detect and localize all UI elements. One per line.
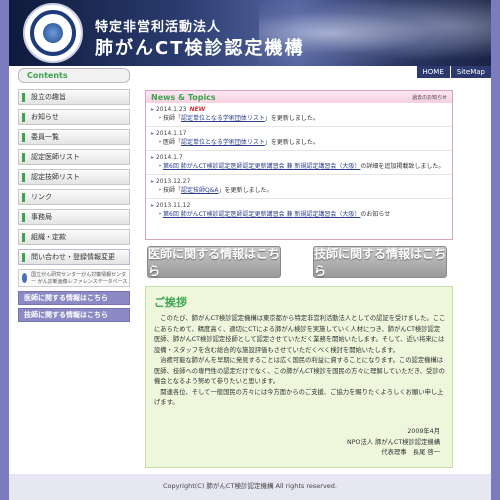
sidebar: Contents 設立の趣旨 お知らせ 委員一覧 認定医師リスト 認定技師リスト… (18, 68, 130, 325)
news-item: 2013.12.27 ・技師「認定技師Q&A」を更新しました。 (146, 175, 452, 199)
sidebar-item-news[interactable]: お知らせ (18, 109, 130, 125)
organization-logo[interactable] (23, 3, 83, 63)
greeting-paragraph: このたび、肺がんCT検診認定機構は東京都から特定非営利活動法人としての認証を受け… (154, 315, 446, 354)
news-link[interactable]: 認定単位となる学術団体リスト (181, 115, 265, 122)
bullet-icon (22, 132, 25, 142)
database-logo-icon (22, 273, 28, 283)
sidebar-heading: Contents (18, 68, 130, 83)
bullet-icon (22, 252, 25, 262)
greeting-paragraph: 関連各位、そして一般国民の方々には今方面からのご支援、ご協力を賜りたくよろしくお… (154, 388, 444, 407)
reference-database-banner[interactable]: 国立がん研究センターがん対策情報センター がん診断画像レファレンスデータベース (18, 269, 130, 287)
top-nav: HOME SiteMap (416, 66, 491, 78)
news-item: 2014.1.17 ・医師「認定単位となる学術団体リスト」を更新しました。 (146, 127, 452, 151)
sidebar-item-doctor-list[interactable]: 認定医師リスト (18, 149, 130, 165)
greeting-panel: ご挨拶 このたび、肺がんCT検診認定機構は東京都から特定非営利活動法人としての認… (145, 286, 453, 468)
org-subtitle: 特定非営利活動法人 (95, 20, 222, 35)
technician-info-button[interactable]: 技師に関する情報はこちら (313, 246, 447, 278)
news-link[interactable]: 認定技師Q&A (181, 187, 219, 194)
greeting-signer: 代表理事 長尾 啓一 (381, 449, 440, 456)
info-buttons: 医師に関する情報はこちら 技師に関する情報はこちら (147, 246, 447, 278)
site-header: 特定非営利活動法人 肺がんCT検診認定機構 (9, 0, 491, 66)
site-footer: Copyright(C) 肺がんCT検診認定機構 All rights rese… (9, 474, 491, 500)
news-date: 2014.1.23 (151, 106, 186, 113)
greeting-title: ご挨拶 (154, 296, 187, 309)
greeting-body: このたび、肺がんCT検診認定機構は東京都から特定非営利活動法人としての認証を受け… (146, 314, 452, 409)
sidebar-item-contact[interactable]: 問い合わせ・登録情報変更 (18, 249, 130, 265)
sidebar-doctor-info-button[interactable]: 医師に関する情報はこちら (18, 291, 130, 305)
greeting-org: NPO法人 肺がんCT検診認定機構 (347, 438, 440, 446)
home-link[interactable]: HOME (416, 66, 450, 78)
bullet-icon (22, 192, 25, 202)
news-link[interactable]: 第6回 肺がんCT検診認定医師認定更新講習会 兼 新規認定講習会（大阪） (163, 211, 360, 218)
news-date: 2014.1.7 (151, 154, 183, 161)
bullet-icon (22, 152, 25, 162)
news-item: 2014.1.23NEW ・技師「認定単位となる学術団体リスト」を更新しました。 (146, 103, 452, 127)
news-date: 2014.1.17 (151, 130, 186, 137)
bullet-icon (22, 92, 25, 102)
bullet-icon (22, 112, 25, 122)
news-item: 2014.1.7 ・第6回 肺がんCT検診認定医師認定更新講習会 兼 新規認定講… (146, 151, 452, 175)
page-frame: 特定非営利活動法人 肺がんCT検診認定機構 HOME SiteMap Conte… (9, 0, 491, 500)
news-date: 2013.11.12 (151, 202, 190, 209)
news-link[interactable]: 第6回 肺がんCT検診認定医師認定更新講習会 兼 新規認定講習会（大阪） (163, 163, 360, 170)
news-header: News & Topics 過去のお知らせ (146, 91, 452, 103)
sidebar-item-organization[interactable]: 組織・定款 (18, 229, 130, 245)
news-item: 2013.11.12 ・第6回 肺がんCT検診認定医師認定更新講習会 兼 新規認… (146, 199, 452, 222)
sidebar-item-office[interactable]: 事務局 (18, 209, 130, 225)
bullet-icon (22, 172, 25, 182)
sitemap-link[interactable]: SiteMap (450, 66, 491, 78)
sidebar-item-committee[interactable]: 委員一覧 (18, 129, 130, 145)
sidebar-item-technician-list[interactable]: 認定技師リスト (18, 169, 130, 185)
org-name[interactable]: 肺がんCT検診認定機構 (95, 34, 305, 60)
doctor-info-button[interactable]: 医師に関する情報はこちら (147, 246, 281, 278)
greeting-date: 2009年4月 (407, 428, 440, 435)
sidebar-technician-info-button[interactable]: 技師に関する情報はこちら (18, 308, 130, 322)
news-link[interactable]: 認定単位となる学術団体リスト (181, 139, 265, 146)
bullet-icon (22, 212, 25, 222)
greeting-paragraph: 治癒可能な肺がんを早期に発見することは広く国民の利益に資することになります。この… (154, 357, 445, 385)
news-date: 2013.12.27 (151, 178, 190, 185)
news-panel: News & Topics 過去のお知らせ 2014.1.23NEW ・技師「認… (145, 90, 453, 240)
greeting-signature: 2009年4月 NPO法人 肺がんCT検診認定機構 代表理事 長尾 啓一 (347, 427, 440, 459)
news-archive-link[interactable]: 過去のお知らせ (412, 94, 447, 101)
new-badge: NEW (189, 106, 206, 113)
bullet-icon (22, 232, 25, 242)
sidebar-item-purpose[interactable]: 設立の趣旨 (18, 89, 130, 105)
sidebar-item-links[interactable]: リンク (18, 189, 130, 205)
news-title: News & Topics (151, 92, 216, 102)
